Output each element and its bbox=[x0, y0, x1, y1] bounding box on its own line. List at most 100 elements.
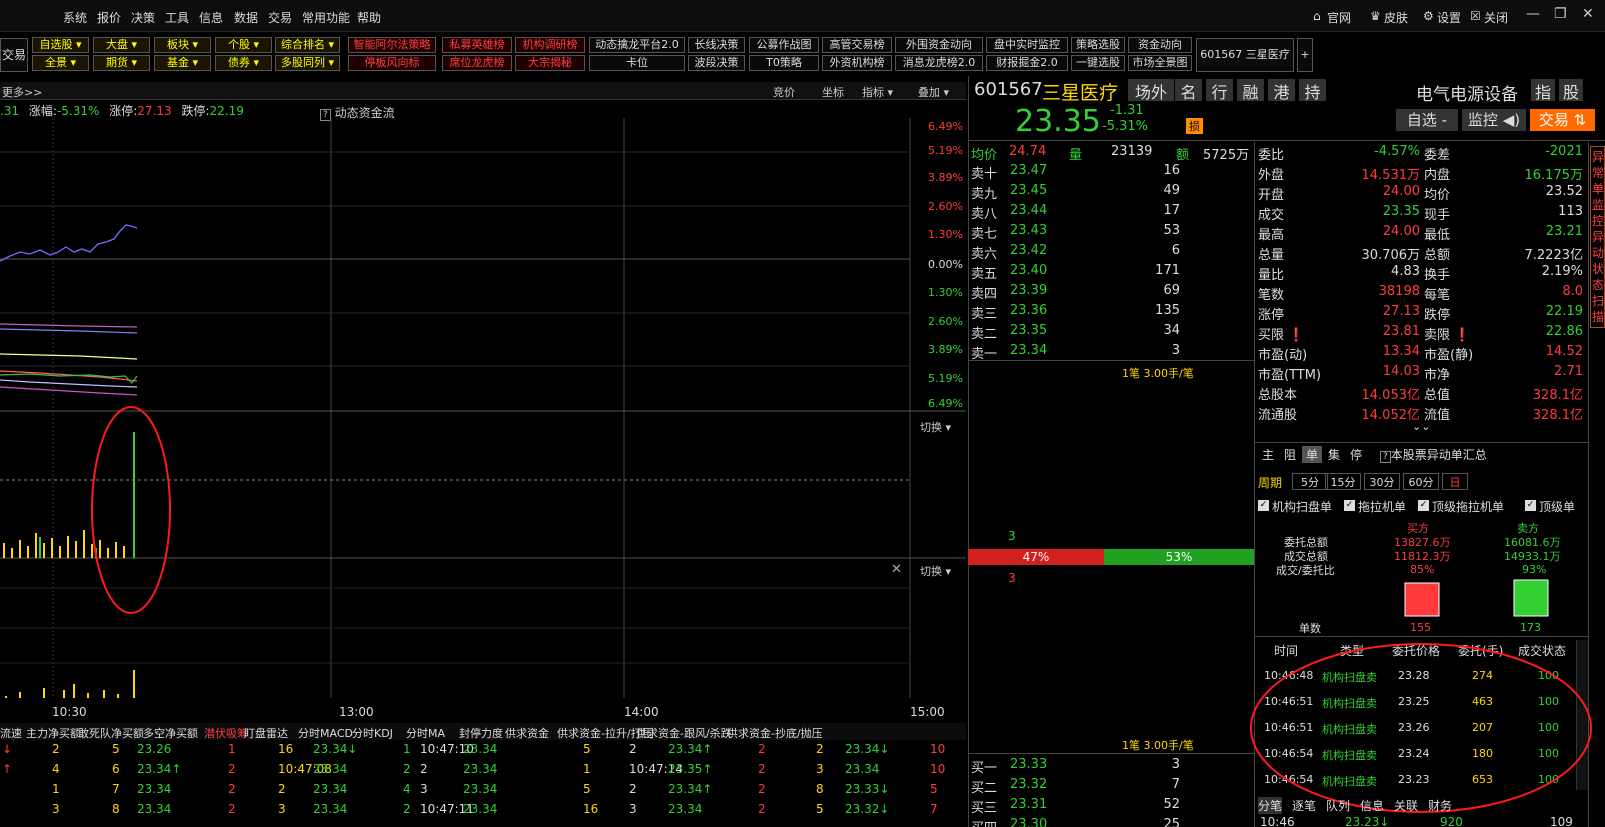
minimize-icon[interactable]: — bbox=[1526, 6, 1540, 22]
close-icon[interactable]: ✕ bbox=[1582, 6, 1594, 22]
period-button[interactable]: 5分 bbox=[1292, 473, 1328, 490]
indicator-tab[interactable]: 分时KDJ bbox=[352, 725, 393, 741]
bottom-tab[interactable]: 信息 bbox=[1360, 797, 1384, 814]
right-tab[interactable]: 集 bbox=[1324, 446, 1344, 463]
toolbar-button[interactable]: 多股同列 ▾ bbox=[275, 55, 340, 71]
expand-icon[interactable]: ⌄⌄ bbox=[1412, 420, 1430, 433]
toolbar-button[interactable]: 大盘 ▾ bbox=[93, 37, 150, 53]
bottom-tab[interactable]: 逐笔 bbox=[1292, 797, 1316, 814]
toolbar-button[interactable]: 公募作战图 bbox=[749, 37, 819, 53]
close-box-icon[interactable]: ☒ bbox=[1470, 9, 1481, 23]
menu-right-settings[interactable]: 设置 bbox=[1437, 9, 1461, 26]
quote-badge[interactable]: 融 bbox=[1237, 79, 1264, 102]
quote-badge[interactable]: 持 bbox=[1299, 79, 1326, 102]
toolbar-button[interactable]: 智能阿尔法策略 bbox=[348, 37, 436, 53]
indicator-tab[interactable]: 多空净买额 bbox=[143, 725, 198, 741]
indicator-tab[interactable]: 分时MACD bbox=[298, 725, 353, 741]
indicator-tab[interactable]: 供求资金-抄底/抛压 bbox=[727, 725, 823, 741]
quote-badge[interactable]: 场外 bbox=[1128, 79, 1174, 102]
gear-icon[interactable]: ⚙ bbox=[1423, 9, 1434, 23]
intraday-chart[interactable] bbox=[0, 118, 966, 698]
menu-right-official[interactable]: 官网 bbox=[1327, 9, 1351, 26]
monitor-button[interactable]: 监控 ◀) bbox=[1462, 109, 1526, 131]
right-tab[interactable]: 阻 bbox=[1280, 446, 1300, 463]
right-tab[interactable]: 主 bbox=[1258, 446, 1278, 463]
industry-index-badge[interactable]: 指 bbox=[1531, 79, 1555, 102]
switch-button-2[interactable]: 切换 ▾ bbox=[920, 563, 951, 579]
quote-badge[interactable]: 名 bbox=[1175, 79, 1202, 102]
industry-stock-badge[interactable]: 股 bbox=[1559, 79, 1583, 102]
toolbar-button[interactable]: 债券 ▾ bbox=[215, 55, 272, 71]
toolbar-button[interactable]: 期货 ▾ bbox=[93, 55, 150, 71]
toolbar-button[interactable]: 私募英雄榜 bbox=[442, 37, 512, 53]
right-tab[interactable]: 单 bbox=[1302, 446, 1322, 463]
toolbar-button[interactable]: 席位龙虎榜 bbox=[442, 55, 512, 71]
checkbox-icon[interactable]: ✓ bbox=[1418, 500, 1429, 511]
toolbar-button[interactable]: 外围资金动向 bbox=[895, 37, 983, 53]
home-icon[interactable]: ⌂ bbox=[1313, 9, 1321, 23]
close-subchart-icon[interactable]: ✕ bbox=[891, 562, 902, 577]
bottom-tab[interactable]: 财务 bbox=[1428, 797, 1452, 814]
menu-item[interactable]: 工具 bbox=[165, 9, 189, 26]
tab-indicator[interactable]: 指标 ▾ bbox=[862, 84, 893, 100]
checkbox-icon[interactable]: ✓ bbox=[1344, 500, 1355, 511]
menu-item[interactable]: 决策 bbox=[131, 9, 155, 26]
toolbar-button[interactable]: 财报掘金2.0 bbox=[986, 55, 1068, 71]
add-favorite-button[interactable]: 自选 - bbox=[1396, 109, 1458, 131]
bottom-tab[interactable]: 分笔 bbox=[1258, 797, 1283, 814]
tab-overlay[interactable]: 叠加 ▾ bbox=[918, 84, 949, 100]
switch-button-1[interactable]: 切换 ▾ bbox=[920, 419, 951, 435]
indicator-tab[interactable]: 流速 bbox=[0, 725, 22, 741]
menu-item[interactable]: 报价 bbox=[97, 9, 121, 26]
toolbar-button[interactable]: 全景 ▾ bbox=[32, 55, 89, 71]
trade-button[interactable]: 交易 ⇅ bbox=[1530, 109, 1595, 131]
period-button[interactable]: 30分 bbox=[1364, 473, 1400, 490]
period-button[interactable]: 60分 bbox=[1403, 473, 1439, 490]
toolbar-button[interactable]: 自选股 ▾ bbox=[32, 37, 89, 53]
indicator-tab[interactable]: 封停力度 bbox=[459, 725, 503, 741]
toolbar-button[interactable]: 个股 ▾ bbox=[215, 37, 272, 53]
toolbar-button[interactable]: 停板风向标 bbox=[348, 55, 436, 71]
toolbar-button[interactable]: 市场全景图 bbox=[1128, 55, 1192, 71]
industry-name[interactable]: 电气电源设备 bbox=[1416, 80, 1518, 105]
menu-item[interactable]: 常用功能 bbox=[302, 9, 350, 26]
quote-badge[interactable]: 行 bbox=[1206, 79, 1233, 102]
indicator-tab[interactable]: 潜伏吸筹 bbox=[204, 725, 248, 741]
toolbar-button[interactable]: 盘中实时监控 bbox=[986, 37, 1068, 53]
tab-coord[interactable]: 坐标 bbox=[822, 84, 844, 100]
toolbar-button[interactable]: 长线决策 bbox=[688, 37, 745, 53]
toolbar-button[interactable]: 策略选股 bbox=[1071, 37, 1125, 53]
toolbar-button[interactable]: 机构调研榜 bbox=[515, 37, 585, 53]
toolbar-button[interactable]: 消息龙虎榜2.0 bbox=[895, 55, 983, 71]
indicator-tab[interactable]: 分时MA bbox=[406, 725, 445, 741]
indicator-tab[interactable]: 主力净买额 bbox=[26, 725, 81, 741]
add-tab-button[interactable]: + bbox=[1297, 38, 1313, 72]
period-button[interactable]: 15分 bbox=[1325, 473, 1361, 490]
restore-icon[interactable]: ❐ bbox=[1554, 6, 1567, 22]
indicator-tab[interactable]: 供求资金-跟风/杀跌 bbox=[636, 725, 732, 741]
abnormal-summary-link[interactable]: ? 本股票异动单汇总 bbox=[1380, 446, 1487, 463]
toolbar-button[interactable]: 动态擒龙平台2.0 bbox=[589, 37, 685, 53]
right-tab[interactable]: 停 bbox=[1346, 446, 1366, 463]
menu-item[interactable]: 帮助 bbox=[357, 9, 381, 26]
toolbar-button[interactable]: T0策略 bbox=[749, 55, 819, 71]
indicator-tab[interactable]: 供求资金 bbox=[505, 725, 549, 741]
toolbar-button[interactable]: 资金动向 bbox=[1128, 37, 1192, 53]
toolbar-button[interactable]: 大宗揭秘 bbox=[515, 55, 585, 71]
more-link[interactable]: 更多>> bbox=[2, 84, 42, 100]
toolbar-button[interactable]: 基金 ▾ bbox=[154, 55, 211, 71]
menu-right-close[interactable]: 关闭 bbox=[1484, 9, 1508, 26]
toolbar-button[interactable]: 波段决策 bbox=[688, 55, 745, 71]
tab-auction[interactable]: 竞价 bbox=[773, 84, 795, 100]
menu-item[interactable]: 系统 bbox=[63, 9, 87, 26]
indicator-tab[interactable]: 敢死队净买额 bbox=[78, 725, 144, 741]
menu-right-skin[interactable]: 皮肤 bbox=[1384, 9, 1408, 26]
toolbar-button[interactable]: 综合排名 ▾ bbox=[275, 37, 340, 53]
toolbar-button[interactable]: 板块 ▾ bbox=[154, 37, 211, 53]
checkbox-icon[interactable]: ✓ bbox=[1258, 500, 1269, 511]
toolbar-button[interactable]: 一键选股 bbox=[1071, 55, 1125, 71]
checkbox-icon[interactable]: ✓ bbox=[1525, 500, 1536, 511]
toolbar-button[interactable]: 高管交易榜 bbox=[822, 37, 892, 53]
stock-tab[interactable]: 601567 三星医疗 bbox=[1196, 38, 1294, 72]
period-button[interactable]: 日 bbox=[1442, 473, 1468, 490]
